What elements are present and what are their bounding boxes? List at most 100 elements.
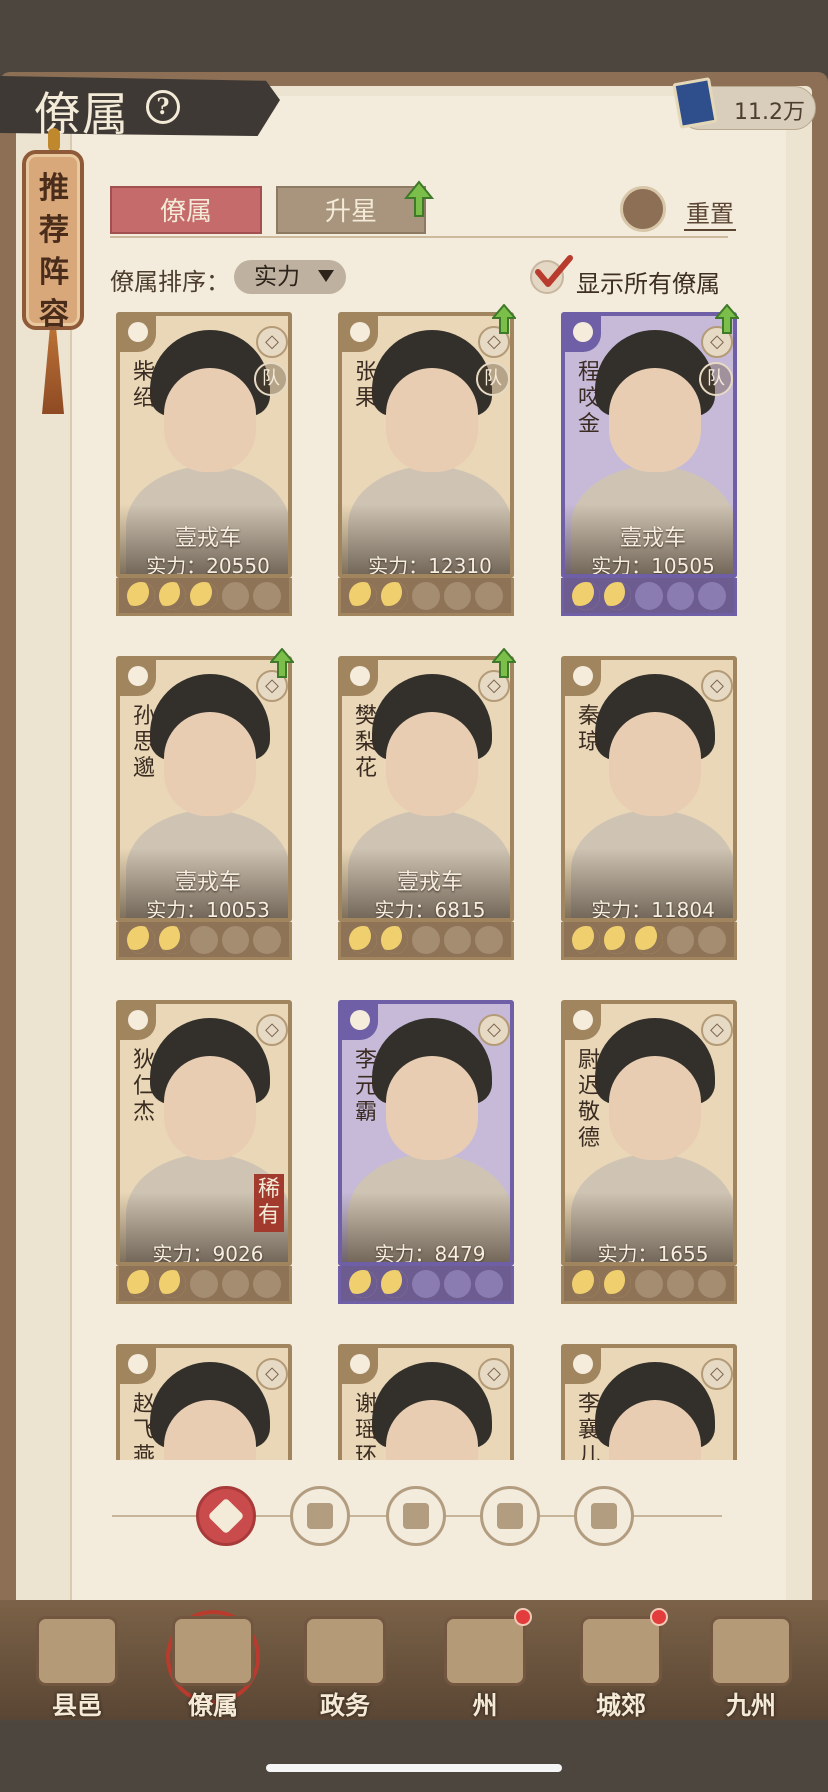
empty-star-icon [666, 1269, 695, 1298]
official-card[interactable]: 赵飞燕 ◇ [116, 1344, 292, 1460]
empty-star-icon [635, 1269, 663, 1298]
portrait: 谢瑶环 ◇ [338, 1344, 514, 1460]
home-indicator[interactable] [266, 1764, 562, 1772]
star-row [116, 1266, 292, 1304]
empty-star-icon [221, 1269, 250, 1298]
empty-star-icon [412, 925, 440, 954]
official-name: 孙思邈 [132, 704, 155, 781]
official-card[interactable]: 谢瑶环 ◇ [338, 1344, 514, 1460]
empty-star-icon [666, 581, 695, 610]
moon-star-icon [572, 1269, 600, 1298]
empty-star-icon [190, 1269, 218, 1298]
official-card[interactable]: 李襄儿 ◇ [561, 1344, 737, 1460]
moon-star-icon [158, 925, 187, 954]
nav-item[interactable]: 城郊 [566, 1608, 676, 1722]
star-row [561, 922, 737, 960]
empty-star-icon [253, 581, 281, 610]
empty-star-icon [443, 925, 472, 954]
upgrade-arrow-icon [492, 648, 516, 678]
empty-star-icon [635, 581, 663, 610]
team-badge: 队 [254, 362, 288, 396]
sword-icon: ◇ [478, 1358, 510, 1390]
official-card[interactable]: 李元霸 ◇ 实力：8479 [338, 1000, 514, 1304]
nav-item[interactable]: 僚属 [158, 1610, 268, 1722]
official-power: 实力：10505 [591, 554, 715, 578]
horse-filter-icon[interactable] [574, 1486, 634, 1546]
official-name: 张果 [354, 360, 377, 411]
sword-icon: ◇ [256, 326, 288, 358]
moon-star-icon [603, 1269, 632, 1298]
shield-icon: ◇ [478, 1014, 510, 1046]
empty-star-icon [253, 1269, 281, 1298]
star-row [338, 1266, 514, 1304]
moon-star-icon [380, 581, 409, 610]
upgrade-arrow-icon [270, 648, 294, 678]
official-title: 壹戎车 [619, 526, 686, 551]
official-card[interactable]: 尉迟敬德 ◇ 实力：1655 [561, 1000, 737, 1304]
portrait: 赵飞燕 ◇ [116, 1344, 292, 1460]
empty-star-icon [666, 925, 695, 954]
empty-star-icon [443, 581, 472, 610]
official-card[interactable]: 柴绍 ◇ 队壹戎车 实力：20550 [116, 312, 292, 616]
moon-star-icon [158, 581, 187, 610]
sword-icon: ◇ [701, 1014, 733, 1046]
official-title: 壹戎车 [396, 870, 463, 895]
empty-star-icon [443, 1269, 472, 1298]
moon-star-icon [127, 925, 155, 954]
portrait-face [609, 712, 701, 816]
official-card[interactable]: 狄仁杰 ◇ 稀有 实力：9026 [116, 1000, 292, 1304]
filter-glyph [307, 1503, 333, 1529]
nav-label: 县邑 [51, 1691, 102, 1720]
official-title: 壹戎车 [174, 870, 241, 895]
moon-star-icon [635, 925, 663, 954]
star-row [561, 1266, 737, 1304]
class-badge-icon [120, 660, 156, 696]
official-card[interactable]: 秦琼 ◇ 实力：11804 [561, 656, 737, 960]
suburb-icon [580, 1616, 662, 1686]
official-name: 李元霸 [354, 1048, 377, 1125]
official-card[interactable]: 程咬金 ◇ 队壹戎车 实力：10505 [561, 304, 739, 616]
portrait: 秦琼 ◇ 实力：11804 [561, 656, 737, 922]
nav-item[interactable]: 县邑 [22, 1610, 132, 1722]
official-card[interactable]: 张果 ◇ 队实力：12310 [338, 304, 516, 616]
moon-star-icon [127, 1269, 155, 1298]
nav-item[interactable]: 政务 [290, 1610, 400, 1722]
map-icon [710, 1616, 792, 1686]
class-badge-icon [120, 1348, 156, 1384]
moon-star-icon [572, 925, 600, 954]
empty-star-icon [221, 581, 250, 610]
official-name: 尉迟敬德 [577, 1048, 600, 1151]
fan-filter-icon[interactable] [480, 1486, 540, 1546]
moon-star-icon [380, 925, 409, 954]
officials-grid: 柴绍 ◇ 队壹戎车 实力：20550 张果 ◇ 队实力：12310 程咬金 ◇ 队壹戎车 实力：10… [0, 0, 828, 1460]
official-name: 程咬金 [577, 360, 600, 437]
portrait: 柴绍 ◇ 队壹戎车 实力：20550 [116, 312, 292, 578]
nav-label: 九州 [725, 1691, 776, 1720]
nav-label: 城郊 [595, 1691, 646, 1720]
moon-star-icon [190, 581, 218, 610]
official-card[interactable]: 樊梨花 ◇ 壹戎车 实力：6815 [338, 648, 516, 960]
gourd-filter-icon[interactable] [386, 1486, 446, 1546]
class-badge-icon [565, 1004, 601, 1040]
empty-star-icon [475, 1269, 503, 1298]
official-name: 樊梨花 [354, 704, 377, 781]
official-power: 实力：9026 [152, 1242, 264, 1266]
bottom-area [0, 1722, 828, 1792]
moon-star-icon [603, 925, 632, 954]
sword-icon: ◇ [701, 670, 733, 702]
notification-dot [650, 1608, 668, 1626]
all-filter-icon[interactable] [196, 1486, 256, 1546]
portrait: 樊梨花 ◇ 壹戎车 实力：6815 [338, 656, 514, 922]
class-badge-icon [565, 660, 601, 696]
star-row [561, 578, 737, 616]
nav-item[interactable]: 九州 [696, 1610, 806, 1722]
cap-filter-icon[interactable] [290, 1486, 350, 1546]
nav-label: 州 [472, 1691, 498, 1720]
county-icon [36, 1616, 118, 1686]
official-title: 壹戎车 [174, 526, 241, 551]
filter-glyph [207, 1497, 245, 1535]
nav-item[interactable]: 州 [430, 1608, 540, 1722]
moon-star-icon [603, 581, 632, 610]
official-card[interactable]: 孙思邈 ◇ 壹戎车 实力：10053 [116, 648, 294, 960]
class-badge-icon [342, 316, 378, 352]
